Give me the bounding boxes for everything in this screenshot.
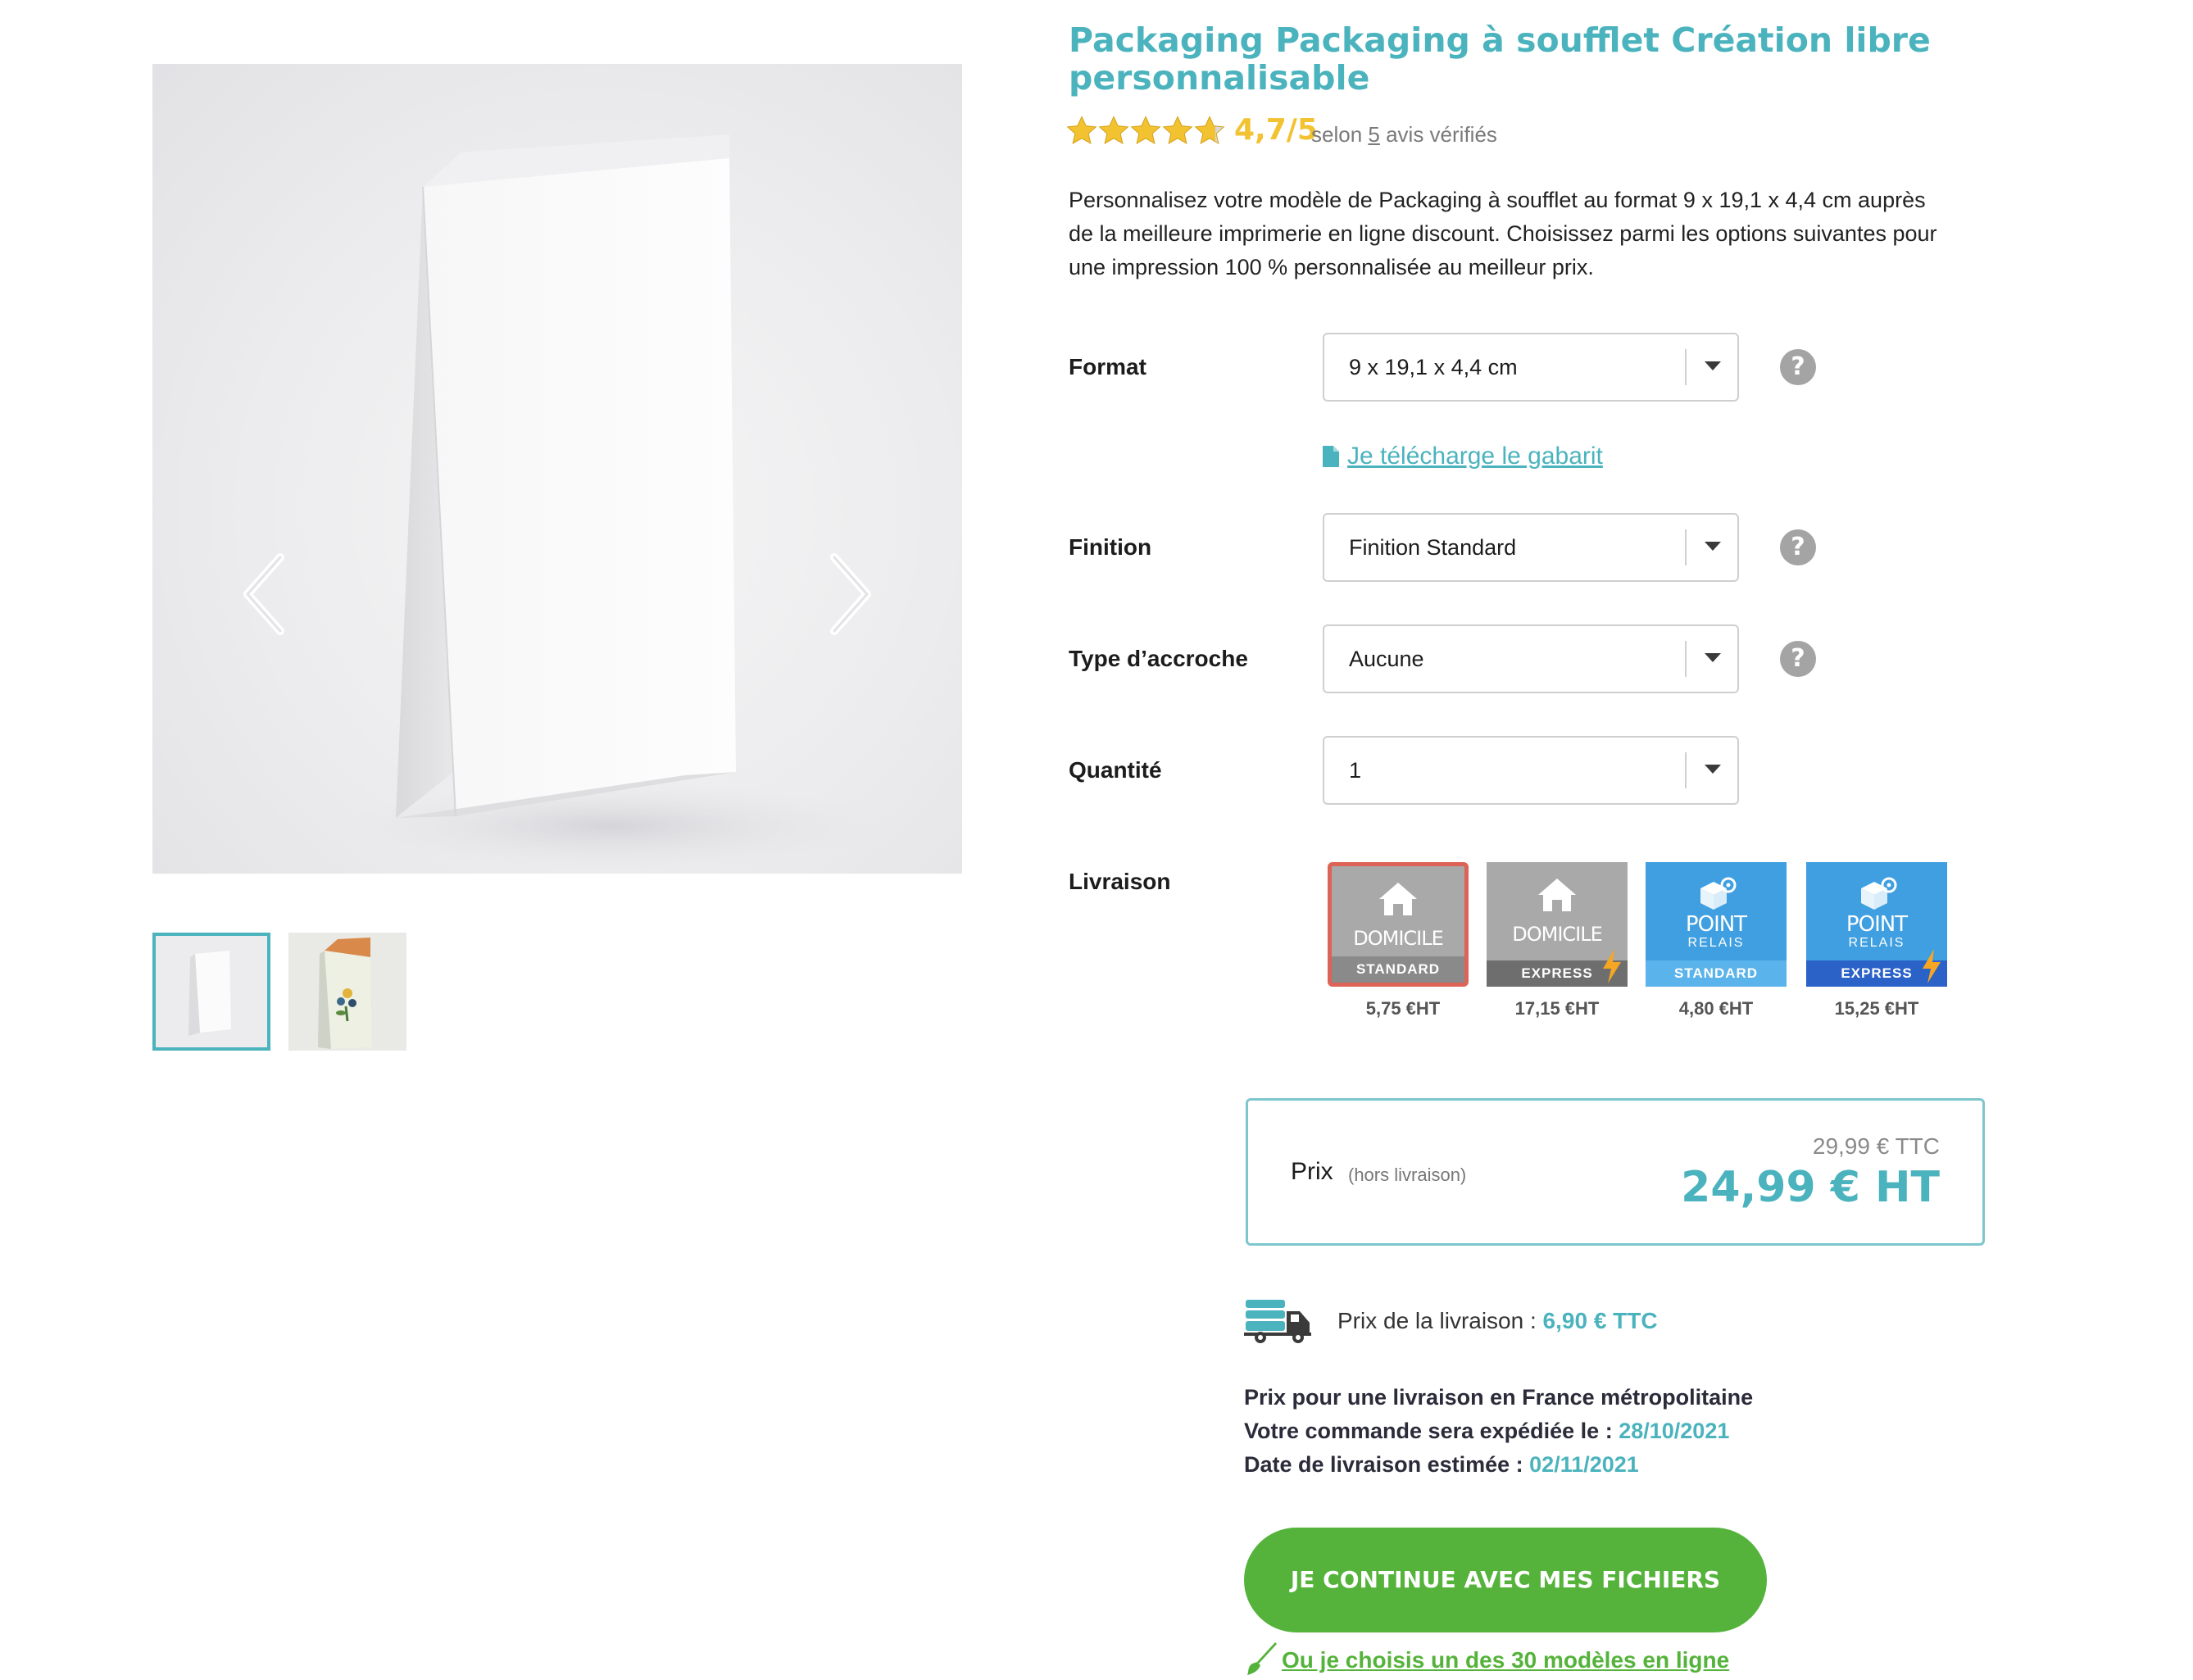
- rating-reviews: selon 5 avis vérifiés: [1311, 122, 1497, 148]
- gallery-prev-button[interactable]: [229, 533, 303, 656]
- parcel-pin-icon: [1700, 877, 1737, 910]
- accroche-select[interactable]: Aucune: [1323, 624, 1739, 693]
- delivery-option-price: 5,75 €HT: [1365, 998, 1441, 1019]
- delivery-option-name: DOMICILE: [1353, 927, 1444, 950]
- finition-label: Finition: [1069, 534, 1152, 560]
- price-label: Prix: [1291, 1158, 1333, 1185]
- quantite-select-value: 1: [1349, 758, 1362, 783]
- paintbrush-icon: [1247, 1642, 1277, 1675]
- gallery-next-button[interactable]: [811, 533, 885, 656]
- product-main-image: [152, 64, 962, 874]
- accroche-select-value: Aucune: [1349, 647, 1424, 671]
- quantite-select[interactable]: 1: [1323, 736, 1739, 805]
- thumbnail-white-bag-image: [156, 936, 267, 1047]
- file-icon: [1323, 446, 1339, 467]
- delivery-option-domicile-standard[interactable]: DOMICILE STANDARD: [1328, 862, 1469, 987]
- price-ttc: 29,99 € TTC: [1812, 1133, 1940, 1159]
- format-help-icon[interactable]: ?: [1780, 349, 1816, 385]
- delivery-option-domicile-express[interactable]: DOMICILE EXPRESS: [1487, 862, 1628, 987]
- continue-with-files-button[interactable]: JE CONTINUE AVEC MES FICHIERS: [1244, 1528, 1767, 1632]
- ship-date-line: Votre commande sera expédiée le : 28/10/…: [1244, 1419, 1729, 1444]
- gallery-thumbnail-1[interactable]: [152, 933, 270, 1051]
- accroche-help-icon[interactable]: ?: [1780, 641, 1816, 677]
- caret-down-icon: [1705, 542, 1721, 551]
- house-icon: [1379, 883, 1417, 915]
- caret-down-icon: [1705, 361, 1721, 370]
- chevron-right-icon: [830, 553, 871, 635]
- download-template-label: Je télécharge le gabarit: [1347, 443, 1603, 470]
- caret-down-icon: [1705, 653, 1721, 662]
- eta-line: Date de livraison estimée : 02/11/2021: [1244, 1452, 1639, 1478]
- finition-help-icon[interactable]: ?: [1780, 529, 1816, 565]
- delivery-option-price: 4,80 €HT: [1678, 998, 1754, 1019]
- delivery-cost: Prix de la livraison : 6,90 € TTC: [1337, 1308, 1658, 1334]
- delivery-truck-icon: [1244, 1300, 1311, 1343]
- lightning-icon: [1923, 949, 1941, 983]
- delivery-option-name: POINT: [1846, 912, 1908, 937]
- delivery-option-sub: RELAIS: [1687, 936, 1745, 950]
- lightning-icon: [1603, 949, 1621, 983]
- star-icon: [1162, 116, 1193, 144]
- gallery-thumbnail-2[interactable]: [288, 933, 406, 1051]
- parcel-pin-icon: [1861, 877, 1897, 910]
- choose-template-link[interactable]: Ou je choisis un des 30 modèles en ligne: [1242, 1642, 1729, 1678]
- finition-select-value: Finition Standard: [1349, 535, 1517, 560]
- delivery-option-band: STANDARD: [1332, 956, 1464, 983]
- delivery-option-name: DOMICILE: [1512, 923, 1603, 946]
- product-title: Packaging Packaging à soufflet Création …: [1069, 20, 1931, 98]
- price-box: Prix (hors livraison) 29,99 € TTC 24,99 …: [1246, 1098, 1985, 1246]
- thumbnail-printed-bag-image: [288, 933, 406, 1051]
- star-icon: [1098, 116, 1129, 144]
- format-select-value: 9 x 19,1 x 4,4 cm: [1349, 355, 1518, 379]
- format-label: Format: [1069, 354, 1146, 379]
- delivery-option-band: STANDARD: [1646, 960, 1787, 987]
- select-divider: [1685, 349, 1687, 385]
- select-divider: [1685, 641, 1687, 677]
- select-divider: [1685, 529, 1687, 565]
- price-note: (hors livraison): [1348, 1165, 1467, 1185]
- gusset-bag-image: [341, 134, 882, 871]
- caret-down-icon: [1705, 765, 1721, 774]
- rating-stars: [1065, 115, 1225, 149]
- product-description: Personnalisez votre modèle de Packaging …: [1069, 188, 1937, 279]
- delivery-option-price: 17,15 €HT: [1514, 998, 1600, 1019]
- eta-label: Date de livraison estimée :: [1244, 1452, 1523, 1477]
- ship-date-value: 28/10/2021: [1619, 1419, 1730, 1443]
- delivery-option-relais-express[interactable]: POINT RELAIS EXPRESS: [1806, 862, 1947, 987]
- delivery-option-relais-standard[interactable]: POINT RELAIS STANDARD: [1646, 862, 1787, 987]
- delivery-region: Prix pour une livraison en France métrop…: [1244, 1385, 1754, 1410]
- star-icon: [1066, 116, 1097, 144]
- format-select[interactable]: 9 x 19,1 x 4,4 cm: [1323, 333, 1739, 402]
- rating-count-link[interactable]: 5: [1368, 122, 1379, 147]
- livraison-label: Livraison: [1069, 869, 1171, 894]
- house-icon: [1538, 879, 1576, 911]
- ship-date-label: Votre commande sera expédiée le :: [1244, 1419, 1613, 1443]
- quantite-label: Quantité: [1069, 757, 1162, 783]
- finition-select[interactable]: Finition Standard: [1323, 513, 1739, 582]
- delivery-cost-value: 6,90 € TTC: [1542, 1308, 1658, 1333]
- delivery-cost-label: Prix de la livraison :: [1337, 1308, 1537, 1333]
- select-divider: [1685, 752, 1687, 788]
- price-ht: 24,99 € HT: [1681, 1163, 1940, 1212]
- rating-prefix: selon: [1311, 122, 1363, 147]
- eta-value: 02/11/2021: [1529, 1452, 1639, 1477]
- rating-score: 4,7/5: [1234, 113, 1318, 147]
- accroche-label: Type d’accroche: [1069, 646, 1248, 671]
- star-half-icon: [1194, 116, 1225, 144]
- choose-template-label: Ou je choisis un des 30 modèles en ligne: [1282, 1647, 1730, 1673]
- rating-suffix: avis vérifiés: [1386, 122, 1497, 147]
- chevron-left-icon: [243, 553, 284, 635]
- delivery-option-price: 15,25 €HT: [1834, 998, 1919, 1019]
- delivery-option-name: POINT: [1685, 912, 1747, 937]
- download-template-link[interactable]: Je télécharge le gabarit: [1323, 443, 1603, 470]
- star-icon: [1130, 116, 1161, 144]
